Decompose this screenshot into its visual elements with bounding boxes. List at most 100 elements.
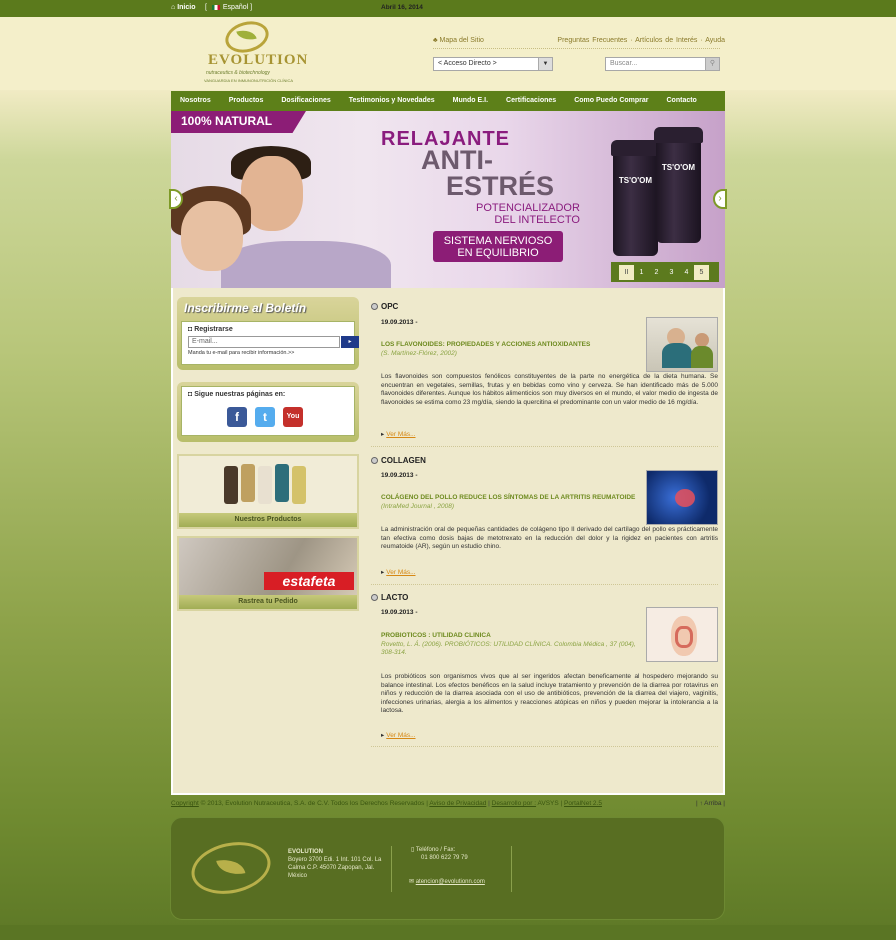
site-logo[interactable]: EVOLUTION nutraceutics & biotechnology V…: [200, 16, 307, 84]
nav-mundo-ei[interactable]: Mundo E.I.: [444, 91, 497, 111]
track-order-promo[interactable]: estafeta Rastrea tu Pedido: [177, 536, 359, 611]
quick-access-select[interactable]: < Acceso Directo > ▼: [433, 57, 553, 71]
portalnet-link[interactable]: PortalNet 2.5: [564, 800, 602, 807]
read-more-link[interactable]: Ver Más...: [381, 731, 415, 739]
couple-image: [171, 126, 401, 288]
article-section: LACTO: [371, 593, 718, 602]
nav-certificaciones[interactable]: Certificaciones: [497, 91, 565, 111]
article-ref: Rovetto, L. Á. (2006). PROBIÓTICOS: UTIL…: [381, 641, 636, 656]
mexico-flag-icon: [211, 4, 220, 10]
article-date: 19.09.2013 -: [381, 319, 418, 326]
article-text: Los probióticos son organismos vivos que…: [381, 673, 718, 714]
banner-pager: II 1 2 3 4 5: [611, 262, 719, 282]
footer-email[interactable]: ✉ atencion@evolutionn.com: [409, 878, 485, 886]
nav-testimonios[interactable]: Testimonios y Novedades: [340, 91, 444, 111]
estafeta-logo: estafeta: [264, 572, 354, 590]
bottle-image: [224, 466, 238, 504]
back-to-top-link[interactable]: | ↑ Arriba |: [696, 800, 725, 807]
footer-company: EVOLUTION: [288, 849, 324, 855]
divider: [371, 446, 718, 447]
page-5-button[interactable]: 5: [694, 264, 709, 280]
article-text: Los flavonoides son compuestos fenólicos…: [381, 373, 718, 406]
bottle-image: [258, 466, 272, 504]
article-section: COLLAGEN: [371, 456, 718, 465]
divider: [511, 846, 512, 892]
nav-productos[interactable]: Productos: [220, 91, 273, 111]
article-text: La administración oral de pequeñas canti…: [381, 526, 718, 550]
email-field[interactable]: E-mail... ▸: [188, 336, 359, 348]
natural-badge: 100% NATURAL: [171, 111, 306, 133]
bullet-icon: ◘: [188, 326, 193, 333]
facebook-icon[interactable]: f: [227, 407, 247, 427]
products-promo[interactable]: Nuestros Productos: [177, 454, 359, 529]
top-bar: ⌂ Inicio [ Español ] Abril 16, 2014: [0, 0, 896, 17]
home-link[interactable]: ⌂ Inicio: [171, 4, 195, 11]
privacy-link[interactable]: Aviso de Privacidad: [429, 800, 486, 807]
footer: EVOLUTION Boyero 3700 Edi. 1 Int. 101 Co…: [170, 817, 725, 920]
bullet-icon: [371, 594, 378, 601]
sitemap-link[interactable]: ♣ Mapa del Sitio: [433, 37, 484, 44]
footer-links: Copyright © 2013, Evolution Nutraceutica…: [171, 800, 602, 807]
article-thumbnail[interactable]: [646, 607, 718, 662]
nav-contacto[interactable]: Contacto: [658, 91, 706, 111]
track-caption: Rastrea tu Pedido: [179, 595, 357, 609]
nav-como-comprar[interactable]: Como Puedo Comprar: [565, 91, 657, 111]
pause-button[interactable]: II: [619, 264, 634, 280]
header-links[interactable]: Preguntas Frecuentes · Artículos de Inte…: [557, 37, 725, 44]
divider: [371, 746, 718, 747]
page-3-button[interactable]: 3: [664, 265, 679, 280]
social-title: ◘ Sigue nuestras páginas en:: [188, 391, 286, 398]
social-box: ◘ Sigue nuestras páginas en: f t You: [177, 382, 359, 442]
email-hint: Manda tu e-mail para recibir información…: [188, 350, 295, 356]
article-date: 19.09.2013 -: [381, 472, 418, 479]
page-1-button[interactable]: 1: [634, 265, 649, 280]
chevron-down-icon: ▼: [538, 58, 552, 70]
article-ref: (S. Martínez-Flórez, 2002): [381, 350, 457, 357]
article-thumbnail[interactable]: [646, 317, 718, 372]
header: [0, 17, 896, 90]
youtube-icon[interactable]: You: [283, 407, 303, 427]
article-title[interactable]: LOS FLAVONOIDES: PROPIEDADES Y ACCIONES …: [381, 341, 590, 348]
search-icon[interactable]: ⚲: [705, 58, 719, 70]
nav-dosificaciones[interactable]: Dosificaciones: [272, 91, 339, 111]
bottle-image: [241, 464, 255, 502]
bullet-icon: [371, 457, 378, 464]
footer-leaf-logo-icon: [186, 835, 276, 901]
page-2-button[interactable]: 2: [649, 265, 664, 280]
divider: [391, 846, 392, 892]
main-nav: Nosotros Productos Dosificaciones Testim…: [171, 91, 725, 111]
twitter-icon[interactable]: t: [255, 407, 275, 427]
banner-next-arrow-icon[interactable]: ›: [713, 189, 727, 209]
language-link[interactable]: [ Español ]: [205, 4, 252, 11]
article-ref: (IntraMed Journal , 2008): [381, 503, 454, 510]
divider: [433, 48, 720, 49]
bullet-icon: [371, 303, 378, 310]
article-title[interactable]: PROBIOTICOS : UTILIDAD CLINICA: [381, 632, 491, 639]
read-more-link[interactable]: Ver Más...: [381, 568, 415, 576]
banner-cta[interactable]: SISTEMA NERVIOSO EN EQUILIBRIO: [433, 231, 563, 262]
bottle-image: [292, 466, 306, 504]
register-label: ◘ Registrarse: [188, 326, 233, 333]
bottom-strip: [0, 925, 896, 940]
read-more-link[interactable]: Ver Más...: [381, 430, 415, 438]
banner-tagline: POTENCIALIZADOR DEL INTELECTO: [476, 202, 580, 226]
products-caption: Nuestros Productos: [179, 513, 357, 527]
banner-subheadline: ANTI- ESTRÉS: [421, 145, 555, 201]
footer-phone-label: ▯ Teléfono / Fax:: [411, 847, 456, 853]
submit-email-button[interactable]: ▸: [341, 336, 359, 348]
copyright-link[interactable]: Copyright: [171, 800, 199, 807]
product-jar-image: TS'O'OM: [654, 127, 703, 243]
current-date: Abril 16, 2014: [381, 4, 423, 11]
article-thumbnail[interactable]: [646, 470, 718, 525]
developer-label: Desarrollo por :: [491, 800, 537, 807]
nav-nosotros[interactable]: Nosotros: [171, 91, 220, 111]
bottle-image: [275, 464, 289, 502]
article-date: 19.09.2013 -: [381, 609, 418, 616]
article-title[interactable]: COLÁGENO DEL POLLO REDUCE LOS SÍNTOMAS D…: [381, 494, 635, 501]
article-section: OPC: [371, 302, 718, 311]
product-jar-image: TS'O'OM: [611, 140, 660, 256]
search-input[interactable]: Buscar... ⚲: [605, 57, 720, 71]
footer-phone: 01 800 622 79 79: [421, 855, 468, 861]
footer-address: Boyero 3700 Edi. 1 Int. 101 Col. La Calm…: [288, 857, 382, 879]
page-4-button[interactable]: 4: [679, 265, 694, 280]
